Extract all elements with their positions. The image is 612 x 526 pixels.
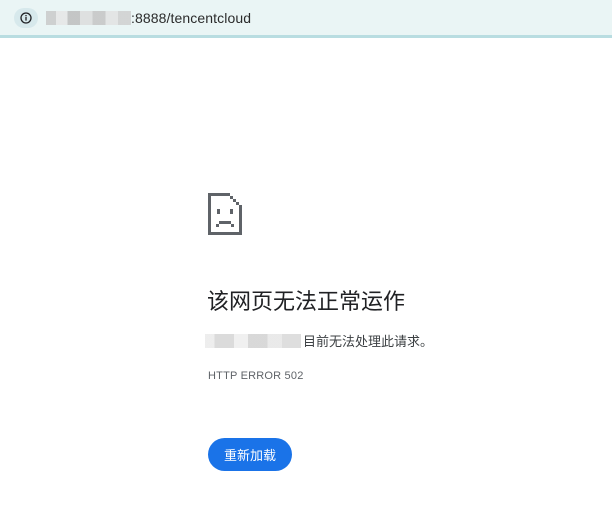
redacted-host [46,11,131,25]
url-text: :8888/tencentcloud [131,10,252,26]
url-field[interactable]: :8888/tencentcloud [46,9,251,27]
error-title: 该网页无法正常运作 [207,290,406,315]
info-icon[interactable] [14,8,38,28]
error-code: HTTP ERROR 502 [208,370,304,382]
error-description: 目前无法处理此请求。 [205,331,433,350]
reload-button[interactable]: 重新加载 [208,438,292,471]
address-bar[interactable]: :8888/tencentcloud [0,0,612,38]
error-description-text: 目前无法处理此请求。 [303,335,434,350]
redacted-domain [205,333,301,348]
error-page: 该网页无法正常运作 目前无法处理此请求。 HTTP ERROR 502 重新加载 [0,41,612,526]
sad-page-icon [208,193,242,239]
